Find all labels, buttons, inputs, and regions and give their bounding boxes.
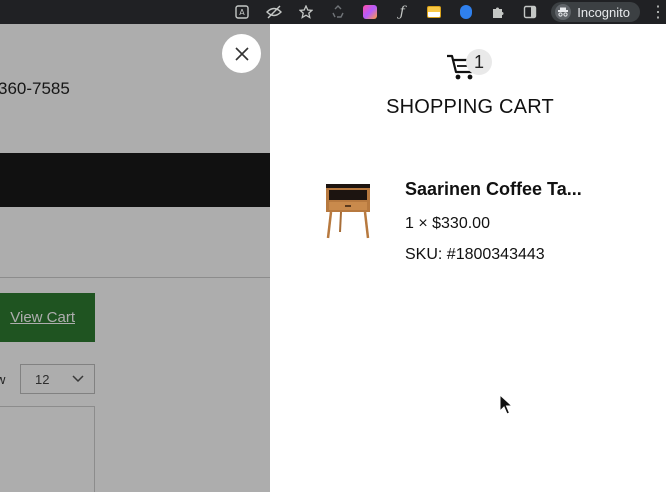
modal-overlay[interactable] [0, 24, 270, 492]
incognito-icon [555, 4, 572, 20]
star-icon[interactable] [295, 0, 317, 24]
cart-count-badge: 1 [466, 49, 492, 75]
cart-item-sku: SKU: #1800343443 [405, 246, 545, 263]
incognito-indicator[interactable]: Incognito [551, 2, 640, 22]
sidepanel-icon[interactable] [519, 0, 541, 24]
cart-item-price: 1 × $330.00 [405, 215, 490, 232]
product-thumbnail[interactable] [323, 182, 373, 242]
notes-extension-icon[interactable] [423, 0, 445, 24]
svg-text:A: A [239, 8, 245, 17]
script-icon[interactable]: ƒ [391, 0, 413, 24]
vpn-icon[interactable] [455, 0, 477, 24]
eye-off-icon[interactable] [263, 0, 285, 24]
puzzle-icon[interactable] [487, 0, 509, 24]
close-icon [234, 46, 249, 61]
colorful-extension-icon[interactable] [359, 0, 381, 24]
cart-item-name[interactable]: Saarinen Coffee Ta... [405, 179, 582, 200]
close-cart-button[interactable] [222, 34, 261, 73]
incognito-label: Incognito [577, 4, 630, 20]
cart-drawer: 1 SHOPPING CART Saarinen Coffee Ta... 1 … [270, 24, 666, 492]
cart-title: SHOPPING CART [386, 96, 554, 118]
browser-menu-icon[interactable]: ⋮ [650, 2, 662, 22]
browser-toolbar: A ƒ Incognito ⋮ [0, 0, 666, 24]
recycle-icon[interactable] [327, 0, 349, 24]
mouse-cursor-icon [499, 393, 514, 416]
translate-icon[interactable]: A [231, 0, 253, 24]
